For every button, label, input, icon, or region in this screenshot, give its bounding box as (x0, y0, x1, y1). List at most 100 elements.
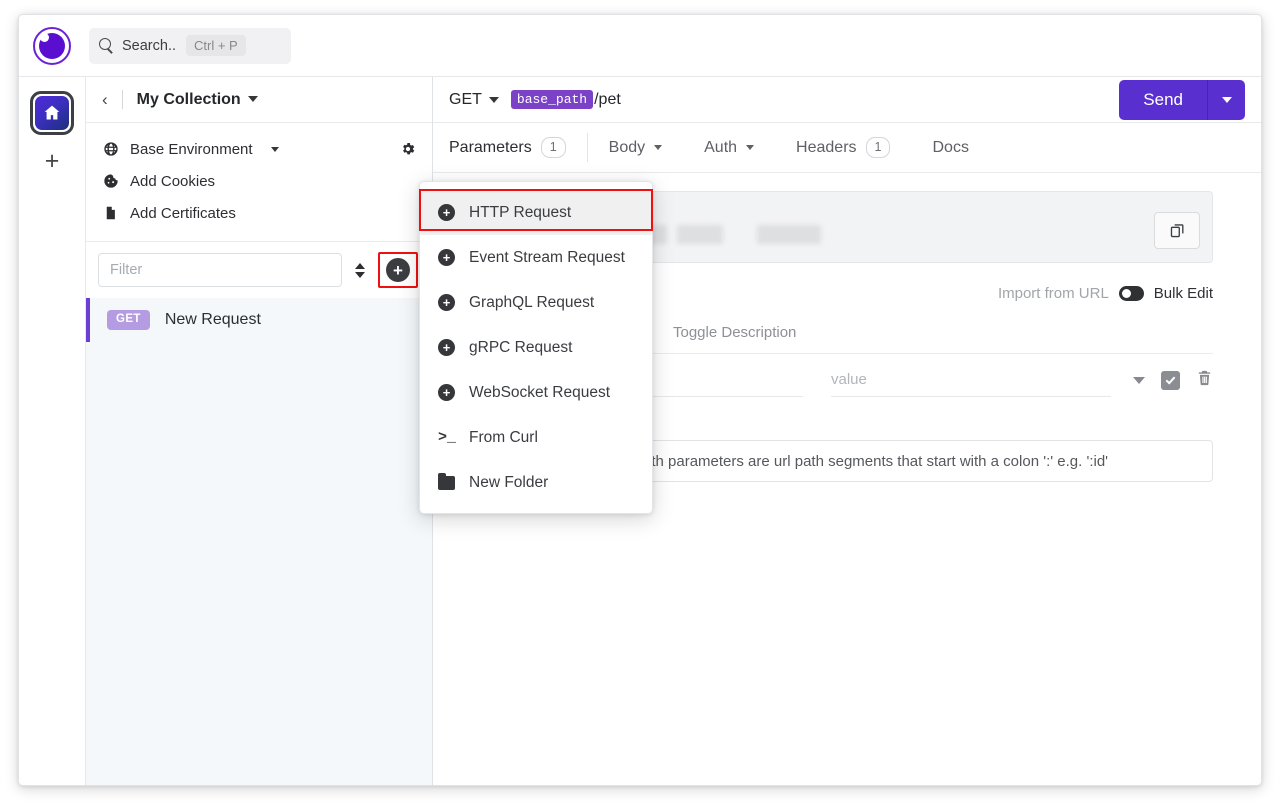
left-rail: + (19, 77, 86, 785)
plus-circle-icon: + (438, 384, 455, 401)
send-group: Send (1119, 79, 1261, 120)
rail-home-button[interactable] (30, 91, 74, 135)
method-selector[interactable]: GET (449, 91, 499, 109)
tab-parameters[interactable]: Parameters 1 (449, 123, 587, 172)
tab-label: Auth (704, 138, 738, 156)
request-list: GET New Request (86, 298, 432, 785)
sidebar-item-label: Add Certificates (130, 204, 236, 222)
menu-item-label: From Curl (469, 428, 538, 446)
insomnia-logo (33, 26, 71, 65)
copy-url-button[interactable] (1154, 212, 1200, 249)
checkbox-checked-icon[interactable] (1161, 370, 1180, 390)
chevron-down-icon (654, 145, 663, 150)
menu-item-label: gRPC Request (469, 338, 573, 356)
header-divider (121, 90, 123, 109)
menu-item-event-stream-request[interactable]: + Event Stream Request (420, 235, 652, 280)
send-options-button[interactable] (1207, 79, 1245, 120)
request-name: New Request (164, 311, 261, 328)
search-icon (99, 38, 114, 53)
globe-icon (102, 141, 119, 157)
method-label: GET (449, 90, 482, 108)
menu-item-new-folder[interactable]: New Folder (420, 460, 652, 505)
send-button[interactable]: Send (1119, 79, 1207, 120)
chevron-down-icon (1221, 96, 1232, 103)
request-pane: GET base_path/pet Send Parameters 1 Body (419, 77, 1261, 785)
param-value-input[interactable]: value (831, 363, 1111, 397)
url-input[interactable]: base_path/pet (510, 90, 621, 109)
tab-docs[interactable]: Docs (911, 123, 989, 172)
tab-label: Docs (932, 138, 969, 156)
create-request-highlight: + (378, 252, 418, 288)
bulk-edit-toggle[interactable] (1118, 286, 1144, 301)
menu-item-label: HTTP Request (469, 203, 572, 221)
chevron-down-icon (247, 95, 258, 102)
home-icon (35, 96, 69, 130)
gear-icon[interactable] (400, 141, 416, 157)
body-row: + ‹ My Collection Base Environment Add C… (19, 77, 1261, 785)
chevron-down-icon (488, 96, 499, 103)
collection-title-text: My Collection (136, 90, 241, 108)
plus-circle-icon: + (438, 339, 455, 356)
sidebar-item-add-cookies[interactable]: Add Cookies (102, 165, 416, 197)
plus-circle-icon: + (438, 249, 455, 266)
search-input[interactable]: Search.. Ctrl + P (89, 27, 291, 64)
sidebar-filter-row: + (86, 242, 432, 298)
method-badge: GET (107, 310, 150, 330)
folder-icon (438, 472, 455, 490)
import-from-url-label[interactable]: Import from URL (998, 285, 1109, 302)
menu-item-grpc-request[interactable]: + gRPC Request (420, 325, 652, 370)
list-item[interactable]: GET New Request (86, 298, 432, 342)
menu-item-label: GraphQL Request (469, 293, 595, 311)
sidebar-item-add-certificates[interactable]: Add Certificates (102, 197, 416, 229)
rail-add-button[interactable]: + (45, 149, 60, 174)
menu-item-http-request[interactable]: + HTTP Request (420, 190, 652, 235)
tab-headers[interactable]: Headers 1 (775, 123, 911, 172)
sidebar-item-base-environment[interactable]: Base Environment (102, 133, 416, 165)
url-variable-chip: base_path (510, 90, 594, 109)
row-actions (1133, 369, 1213, 392)
tab-label: Body (608, 138, 646, 156)
certificate-icon (102, 205, 119, 221)
filter-input[interactable] (98, 253, 342, 287)
chevron-down-icon[interactable] (1133, 376, 1145, 384)
trash-icon[interactable] (1196, 369, 1213, 392)
toggle-description-button[interactable]: Toggle Description (673, 324, 796, 341)
tab-label: Headers (796, 138, 857, 156)
search-placeholder: Search.. (122, 37, 176, 54)
menu-item-from-curl[interactable]: >_ From Curl (420, 415, 652, 460)
sidebar-header: ‹ My Collection (86, 77, 432, 123)
menu-item-websocket-request[interactable]: + WebSocket Request (420, 370, 652, 415)
bulk-edit-label[interactable]: Bulk Edit (1154, 285, 1213, 302)
top-bar: Search.. Ctrl + P (19, 15, 1261, 77)
create-request-button[interactable]: + (386, 258, 410, 282)
plus-circle-icon: + (438, 294, 455, 311)
tab-badge: 1 (865, 137, 891, 158)
url-bar: GET base_path/pet Send (433, 77, 1261, 123)
collection-title[interactable]: My Collection (137, 91, 258, 109)
sidebar-item-label: Base Environment (130, 140, 253, 158)
menu-item-graphql-request[interactable]: + GraphQL Request (420, 280, 652, 325)
create-request-menu: + HTTP Request + Event Stream Request + … (419, 181, 653, 514)
sidebar: ‹ My Collection Base Environment Add Coo… (86, 77, 433, 785)
terminal-icon: >_ (438, 429, 457, 446)
tab-label: Parameters (449, 138, 532, 156)
sidebar-item-label: Add Cookies (130, 172, 216, 190)
menu-item-label: Event Stream Request (469, 248, 625, 266)
url-path-text: /pet (594, 90, 621, 108)
back-icon[interactable]: ‹ (102, 90, 108, 110)
search-shortcut-hint: Ctrl + P (186, 35, 246, 56)
sidebar-environment-section: Base Environment Add Cookies Add Certifi… (86, 123, 432, 242)
plus-circle-icon: + (438, 204, 455, 221)
cookie-icon (102, 173, 119, 189)
sort-icon[interactable] (352, 262, 368, 278)
chevron-down-icon (746, 145, 755, 150)
tab-auth[interactable]: Auth (683, 123, 775, 172)
path-parameters-hint-text: Path parameters are url path segments th… (633, 452, 1109, 470)
menu-item-label: New Folder (469, 473, 549, 491)
menu-item-label: WebSocket Request (469, 383, 611, 401)
parameters-pane: URL PREVIEW http (419, 173, 1261, 785)
tab-body[interactable]: Body (588, 123, 683, 172)
chevron-down-icon (270, 146, 279, 152)
request-tabs: Parameters 1 Body Auth Headers 1 Docs (433, 123, 1261, 173)
app-window: Search.. Ctrl + P + ‹ My Collection Base… (18, 14, 1262, 786)
